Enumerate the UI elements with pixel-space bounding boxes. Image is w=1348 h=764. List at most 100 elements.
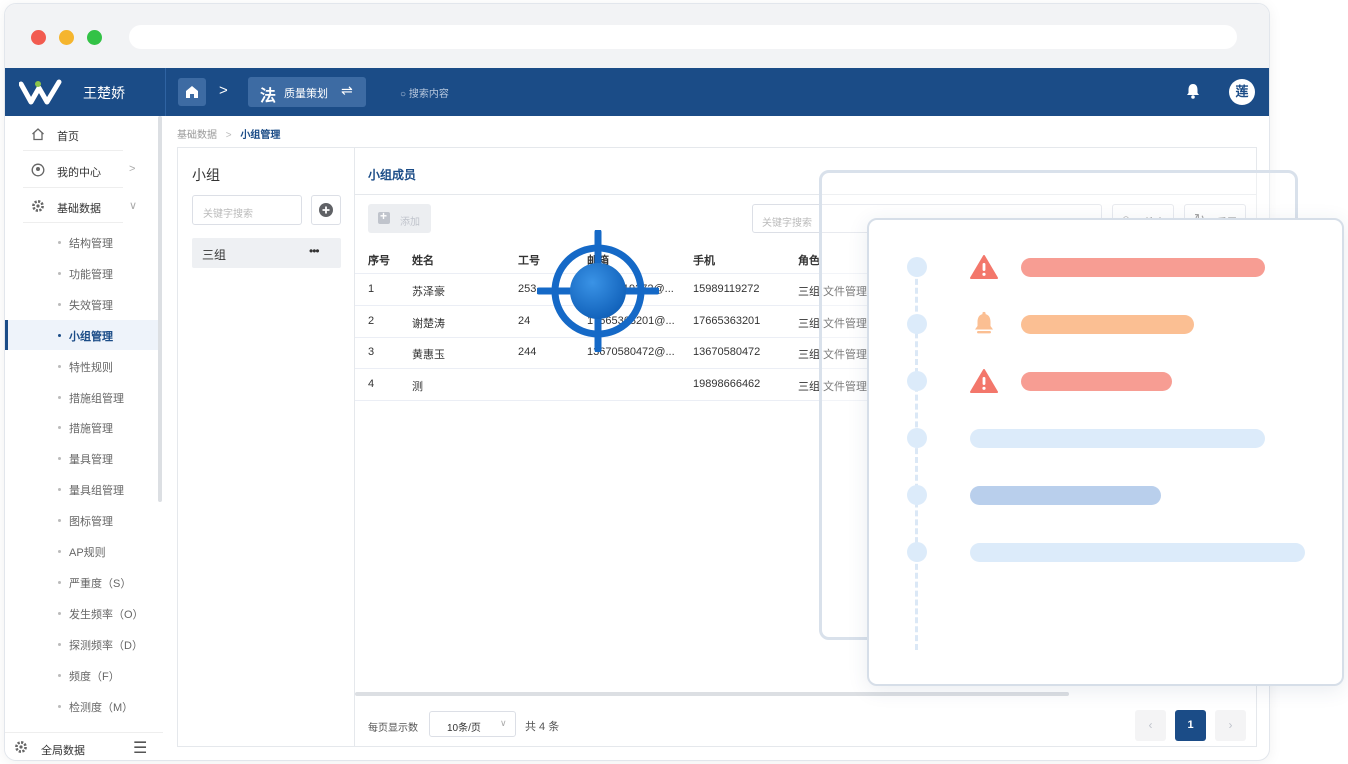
table-cell-no: 3 xyxy=(368,346,375,358)
timeline-bar xyxy=(970,486,1161,505)
minimize-window-dot[interactable] xyxy=(59,30,74,45)
sidebar-subitem[interactable]: 量具组管理 xyxy=(5,474,159,504)
table-cell-no: 4 xyxy=(368,377,375,390)
sidebar-item-my-center[interactable]: 我的中心 > xyxy=(5,155,155,185)
timeline-dot xyxy=(907,314,927,334)
add-member-button[interactable]: 添加 xyxy=(368,204,431,233)
per-page-select[interactable]: 10条/页 ∨ xyxy=(429,711,516,737)
browser-chrome xyxy=(5,4,1269,68)
group-list-item[interactable]: 三组 ••• xyxy=(192,238,341,268)
column-header[interactable]: 角色 xyxy=(798,252,820,268)
avatar[interactable]: 莲 xyxy=(1229,79,1255,105)
table-cell-id: 244 xyxy=(518,346,537,358)
sidebar-subitem[interactable]: 量具管理 xyxy=(5,443,159,473)
close-window-dot[interactable] xyxy=(31,30,46,45)
timeline-dot xyxy=(907,428,927,448)
column-header[interactable]: 姓名 xyxy=(412,252,434,268)
sidebar-subitem[interactable]: 频度（F） xyxy=(5,660,159,690)
groups-title: 小组 xyxy=(192,167,220,183)
switch-icon: ⇌ xyxy=(341,82,353,98)
bullet-icon xyxy=(58,488,61,492)
group-search-input[interactable]: 关键字搜索 xyxy=(192,195,302,225)
chevron-right-icon: > xyxy=(219,82,228,99)
total-count: 共 4 条 xyxy=(525,721,560,733)
bullet-icon xyxy=(58,364,61,368)
logo-icon xyxy=(19,79,62,105)
sidebar-item-home[interactable]: 首页 xyxy=(5,119,155,149)
sidebar-scrollbar[interactable] xyxy=(158,116,162,502)
bullet-icon xyxy=(58,550,61,553)
sidebar-subitem[interactable]: 措施组管理 xyxy=(5,382,159,412)
sidebar-subitem[interactable]: AP规则 xyxy=(5,536,159,566)
column-header[interactable]: 序号 xyxy=(368,252,390,268)
chevron-right-icon: > xyxy=(225,130,232,141)
prev-page-button[interactable]: ‹ xyxy=(1135,710,1166,741)
sidebar-subitem[interactable]: 措施管理 xyxy=(5,412,159,442)
home-icon xyxy=(32,128,44,141)
page-1-button[interactable]: 1 xyxy=(1175,710,1206,741)
module-char: 法 xyxy=(260,86,277,105)
timeline-bar xyxy=(970,543,1305,562)
menu-collapse-icon[interactable]: ☰ xyxy=(133,738,147,758)
sidebar-subitem[interactable]: 探测频率（D） xyxy=(5,629,159,659)
timeline-bar xyxy=(1021,315,1194,334)
bullet-icon xyxy=(58,457,61,461)
sidebar-footer-global-data[interactable]: 全局数据 ☰ xyxy=(5,732,163,760)
breadcrumb-current: 小组管理 xyxy=(240,130,281,141)
table-cell-phone: 19898666462 xyxy=(693,377,761,390)
module-switcher[interactable]: 法 质量策划 ⇌ xyxy=(248,77,366,107)
sidebar: 首页 我的中心 > 基础数据 ∨ 结构管理 功能管理 失效管理 小组管理 特性规则 措施组… xyxy=(5,116,163,760)
gear-icon xyxy=(32,200,44,212)
gear-icon xyxy=(15,741,27,753)
sidebar-subitem[interactable]: 失效管理 xyxy=(5,289,159,319)
table-cell-name: 谢楚涛 xyxy=(412,317,445,330)
sidebar-subitem[interactable]: 小组管理 xyxy=(5,319,159,350)
table-horizontal-scrollbar[interactable] xyxy=(355,692,1069,696)
table-cell-name: 黄惠玉 xyxy=(412,349,445,361)
bullet-icon xyxy=(58,333,61,337)
bullet-icon xyxy=(58,642,61,646)
bullet-icon xyxy=(58,673,61,677)
timeline-bar xyxy=(1021,372,1172,391)
sidebar-subitem[interactable]: 图标管理 xyxy=(5,505,159,535)
table-cell-phone: 17665363201 xyxy=(693,314,761,327)
more-icon[interactable]: ••• xyxy=(309,244,320,258)
next-page-button[interactable]: › xyxy=(1215,710,1246,741)
bullet-icon xyxy=(58,519,61,523)
sidebar-subitem[interactable]: 发生频率（O） xyxy=(5,598,159,628)
bullet-icon xyxy=(58,271,61,275)
chevron-down-icon: ∨ xyxy=(129,200,138,212)
column-header[interactable]: 手机 xyxy=(693,252,715,268)
bell-icon[interactable] xyxy=(1185,82,1201,100)
timeline-dot xyxy=(907,542,927,562)
bullet-icon xyxy=(58,395,61,399)
home-icon xyxy=(186,86,198,98)
table-cell-name: 苏泽豪 xyxy=(412,286,445,298)
add-group-button[interactable] xyxy=(311,195,341,225)
home-button[interactable] xyxy=(178,78,206,106)
address-bar[interactable] xyxy=(129,25,1237,49)
bullet-icon xyxy=(58,611,61,615)
timeline-bar xyxy=(1021,258,1265,277)
chevron-right-icon: > xyxy=(129,163,136,175)
table-cell-no: 2 xyxy=(368,314,375,327)
sidebar-subitem[interactable]: 特性规则 xyxy=(5,351,159,381)
sidebar-subitem[interactable]: 结构管理 xyxy=(5,227,159,257)
breadcrumb: 基础数据 > 小组管理 xyxy=(177,126,280,141)
bullet-icon xyxy=(58,580,61,584)
table-cell-phone: 13670580472 xyxy=(693,346,761,358)
breadcrumb-parent[interactable]: 基础数据 xyxy=(177,130,217,141)
members-title: 小组成员 xyxy=(368,168,417,182)
sidebar-subitem[interactable]: 严重度（S） xyxy=(5,567,159,597)
table-cell-id: 24 xyxy=(518,314,531,327)
sidebar-subitem[interactable]: 功能管理 xyxy=(5,258,159,288)
global-search[interactable]: ○ 搜索内容 xyxy=(400,85,449,100)
sidebar-subitem[interactable]: 检测度（M） xyxy=(5,691,159,721)
sidebar-item-base-data[interactable]: 基础数据 ∨ xyxy=(5,191,155,221)
maximize-window-dot[interactable] xyxy=(87,30,102,45)
search-icon: ○ xyxy=(400,89,407,100)
module-name: 质量策划 xyxy=(284,88,328,100)
crosshair-target-icon xyxy=(537,230,659,352)
bullet-icon xyxy=(58,241,61,244)
bell-icon xyxy=(975,311,993,334)
